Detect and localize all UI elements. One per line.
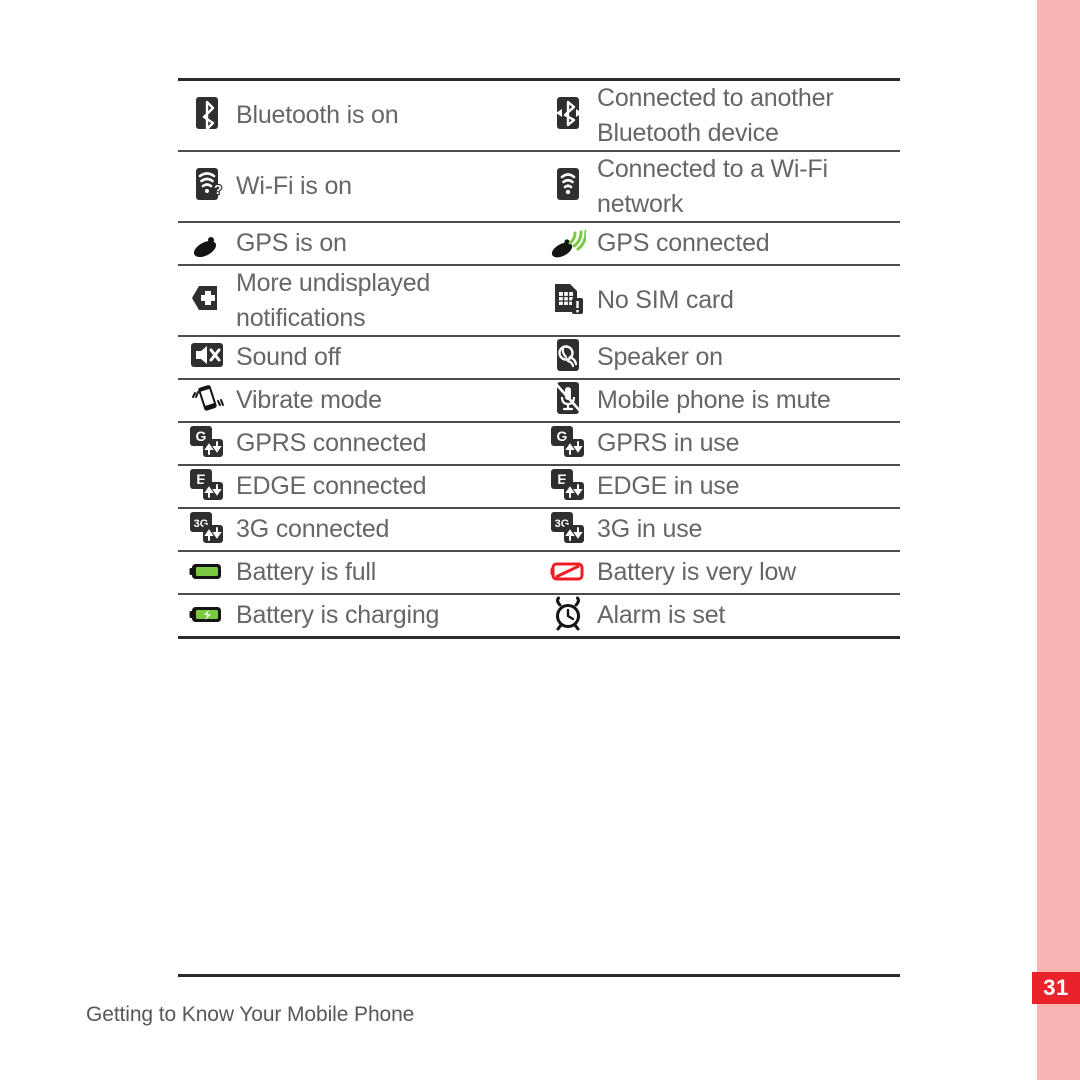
icon-cell: G <box>178 422 236 465</box>
battery-full-icon <box>189 552 225 588</box>
icon-description: Mobile phone is mute <box>597 386 831 415</box>
icon-description: Bluetooth is on <box>236 101 399 130</box>
sound-off-icon <box>189 337 225 373</box>
edge-connected-icon: E <box>189 466 225 502</box>
table-row: Battery is full Battery is very low <box>178 551 900 594</box>
icon-cell <box>539 551 597 594</box>
wifi-connected-icon <box>550 166 586 202</box>
edge-in-use-icon: E <box>550 466 586 502</box>
icon-description: Sound off <box>236 343 341 372</box>
vibrate-mode-icon <box>189 380 225 416</box>
icon-cell: E <box>539 465 597 508</box>
icon-cell <box>539 265 597 336</box>
icon-cell: 3G <box>539 508 597 551</box>
gps-connected-icon <box>550 223 586 259</box>
icon-cell <box>539 594 597 638</box>
icon-cell <box>539 379 597 422</box>
icon-cell <box>178 379 236 422</box>
icon-cell <box>539 336 597 379</box>
icon-cell: ? <box>178 151 236 222</box>
icon-description: EDGE in use <box>597 472 740 501</box>
icon-cell <box>539 151 597 222</box>
table-row: GPS is on GPS connected <box>178 222 900 265</box>
speaker-on-icon <box>550 337 586 373</box>
icon-cell <box>178 551 236 594</box>
icon-description: GPRS in use <box>597 429 740 458</box>
no-sim-card-icon <box>550 280 586 316</box>
3g-in-use-icon: 3G <box>550 509 586 545</box>
icon-description: Battery is very low <box>597 558 797 587</box>
wifi-on-icon: ? <box>189 166 225 202</box>
table-row: 3G 3G connected 3G 3G in use <box>178 508 900 551</box>
bluetooth-on-icon <box>189 95 225 131</box>
icon-description: EDGE connected <box>236 472 427 501</box>
alarm-set-icon <box>550 595 586 631</box>
icon-cell <box>178 336 236 379</box>
table-row: Battery is charging Alarm is set <box>178 594 900 638</box>
icon-description: More undisplayed notifications <box>236 269 431 332</box>
icon-description: Speaker on <box>597 343 723 372</box>
icon-description: GPS connected <box>597 229 770 258</box>
table-row: ? Wi-Fi is on Connected to a Wi-Fi network <box>178 151 900 222</box>
icon-cell <box>178 594 236 638</box>
icon-description: GPS is on <box>236 229 347 258</box>
table-row: G GPRS connected G GPRS in use <box>178 422 900 465</box>
icon-description: 3G connected <box>236 515 390 544</box>
icon-description: Battery is charging <box>236 601 440 630</box>
icon-cell: E <box>178 465 236 508</box>
3g-connected-icon: 3G <box>189 509 225 545</box>
battery-very-low-icon <box>550 552 586 588</box>
phone-mute-icon <box>550 380 586 416</box>
table-row: More undisplayed notifications No SIM car… <box>178 265 900 336</box>
table-row: E EDGE connected E EDGE in use <box>178 465 900 508</box>
table-row: Vibrate mode Mobile phone is mute <box>178 379 900 422</box>
icon-description: Connected to a Wi-Fi network <box>597 155 828 218</box>
icon-cell: G <box>539 422 597 465</box>
bluetooth-connected-icon <box>550 95 586 131</box>
icon-cell <box>178 222 236 265</box>
more-notifications-icon <box>189 280 225 316</box>
battery-charging-icon <box>189 595 225 631</box>
status-icon-table-body: Bluetooth is on Connected to another Blue… <box>178 79 900 638</box>
icon-description: Vibrate mode <box>236 386 382 415</box>
icon-cell <box>539 222 597 265</box>
table-row: Sound off Speaker on <box>178 336 900 379</box>
icon-cell <box>178 80 236 152</box>
icon-description: 3G in use <box>597 515 703 544</box>
icon-description: No SIM card <box>597 286 734 315</box>
page-number-badge: 31 <box>1032 972 1080 1004</box>
page-edge-strip <box>1037 0 1080 1080</box>
svg-text:?: ? <box>214 182 222 197</box>
icon-description: Connected to another Bluetooth device <box>597 84 834 147</box>
icon-cell: 3G <box>178 508 236 551</box>
icon-cell <box>178 265 236 336</box>
icon-description: GPRS connected <box>236 429 427 458</box>
gprs-connected-icon: G <box>189 423 225 459</box>
gprs-in-use-icon: G <box>550 423 586 459</box>
icon-cell <box>539 80 597 152</box>
icon-description: Battery is full <box>236 558 377 587</box>
status-icon-table: Bluetooth is on Connected to another Blue… <box>178 78 900 639</box>
icon-description: Alarm is set <box>597 601 726 630</box>
icon-description: Wi-Fi is on <box>236 172 352 201</box>
gps-on-icon <box>189 223 225 259</box>
footer-caption: Getting to Know Your Mobile Phone <box>86 1003 415 1026</box>
table-row: Bluetooth is on Connected to another Blue… <box>178 79 900 152</box>
footer-divider <box>178 974 900 977</box>
